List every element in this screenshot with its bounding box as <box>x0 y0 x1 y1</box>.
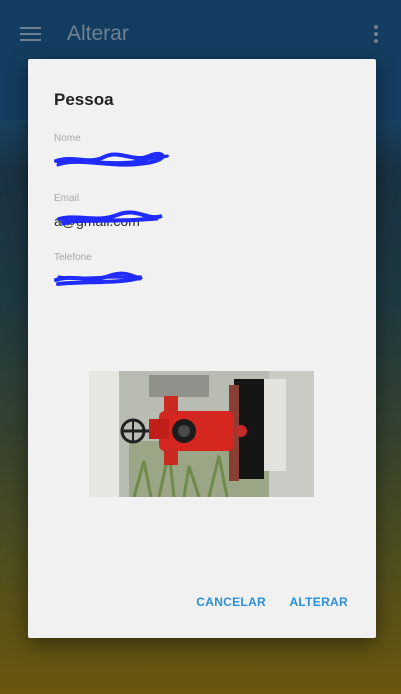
cancel-button[interactable]: CANCELAR <box>196 595 266 609</box>
dialog-title: Pessoa <box>54 90 114 109</box>
email-field-value[interactable]: a@gmail.com <box>54 213 254 229</box>
fire-hydrant-photo <box>89 371 314 497</box>
email-field-label: Email <box>54 193 80 204</box>
phone-field-label: Telefone <box>54 252 92 263</box>
alterar-button[interactable]: ALTERAR <box>289 595 348 609</box>
name-field-label: Nome <box>54 133 81 144</box>
redaction-scribble <box>54 151 169 167</box>
name-field[interactable]: Nome <box>54 133 348 185</box>
person-dialog: Pessoa Nome Email a@gmail.com Telefone C… <box>28 59 376 638</box>
phone-field[interactable]: Telefone <box>54 252 348 303</box>
email-field[interactable]: Email a@gmail.com <box>54 193 348 243</box>
redaction-scribble <box>54 271 143 286</box>
person-photo[interactable] <box>89 371 314 497</box>
